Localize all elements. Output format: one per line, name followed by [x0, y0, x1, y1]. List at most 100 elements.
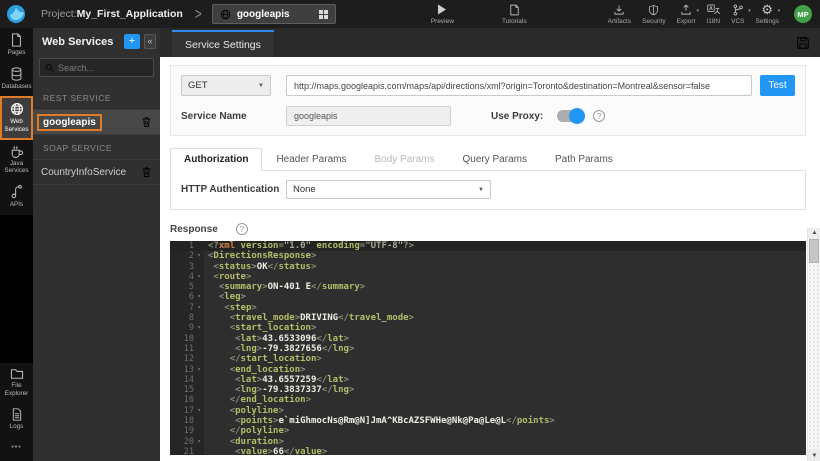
tutorials-button[interactable]: Tutorials: [502, 4, 527, 25]
tab-header-params[interactable]: Header Params: [262, 148, 360, 171]
fold-marker-icon[interactable]: ▾: [194, 251, 204, 262]
project-name: My_First_Application: [76, 8, 183, 20]
project-prefix: Project:: [41, 8, 77, 20]
topbar-menu: Artifacts Security ▾ Export I18N ▾ VCS ⚙…: [608, 1, 812, 25]
fold-marker-icon[interactable]: [194, 241, 204, 252]
help-icon[interactable]: ?: [593, 110, 606, 122]
chevron-down-icon: ▾: [777, 7, 781, 14]
tab-service-settings[interactable]: Service Settings: [172, 30, 274, 57]
play-icon: [437, 4, 447, 16]
app-grid-icon[interactable]: [318, 9, 328, 19]
sidebar-item-logs[interactable]: Logs: [0, 403, 33, 436]
fold-marker-icon[interactable]: [194, 313, 204, 324]
scrollbar-thumb[interactable]: [809, 239, 819, 263]
collapse-panel-button[interactable]: «: [144, 34, 156, 49]
line-number: 13: [170, 364, 194, 375]
service-item-countryinfoservice[interactable]: CountryInfoService: [33, 160, 160, 185]
tab-body-params: Body Params: [374, 154, 435, 165]
sidebar-item-databases[interactable]: Databases: [0, 62, 33, 96]
breadcrumb-chevron-icon: >: [194, 4, 202, 24]
preview-button[interactable]: Preview: [431, 4, 454, 25]
search-icon: [45, 63, 54, 72]
fold-marker-icon[interactable]: [194, 282, 204, 293]
fold-marker-icon[interactable]: ▾: [194, 271, 204, 283]
service-name-input[interactable]: [286, 106, 451, 126]
vertical-scrollbar[interactable]: ▲ ▼: [807, 228, 820, 461]
test-button[interactable]: Test: [760, 75, 795, 96]
line-number: 1: [170, 241, 194, 252]
scroll-up-arrow[interactable]: ▲: [808, 228, 820, 238]
fold-marker-icon[interactable]: ▾: [194, 302, 204, 314]
service-name-label: Service Name: [181, 110, 247, 122]
http-authentication-value: None: [293, 184, 316, 195]
service-item-googleapis[interactable]: googleapis: [33, 110, 160, 135]
line-number: 12: [170, 354, 194, 365]
open-service-tab-label: googleapis: [236, 8, 290, 20]
add-service-button[interactable]: +: [124, 34, 140, 49]
project-breadcrumb[interactable]: Project:My_First_Application: [41, 8, 183, 20]
code-line: 2 ▾ <DirectionsResponse>: [170, 251, 806, 262]
save-icon[interactable]: [796, 36, 810, 50]
fold-marker-icon[interactable]: ▾: [194, 292, 204, 303]
rail-divider: [0, 214, 33, 364]
fold-marker-icon[interactable]: [194, 426, 204, 437]
help-icon[interactable]: ?: [235, 223, 248, 235]
main-area: Service Settings GET ▼ Test Service Name…: [160, 28, 820, 461]
fold-marker-icon[interactable]: ▾: [194, 323, 204, 334]
request-url-input[interactable]: [286, 75, 752, 96]
fold-marker-icon[interactable]: ▾: [194, 405, 204, 417]
search-box[interactable]: [39, 58, 154, 77]
tab-authorization[interactable]: Authorization: [170, 148, 263, 171]
line-number: 18: [170, 416, 194, 427]
user-avatar[interactable]: MP: [794, 5, 812, 23]
sidebar-item-web-services[interactable]: Web Services: [0, 96, 33, 140]
sidebar-item-pages[interactable]: Pages: [0, 28, 33, 62]
app-logo-icon[interactable]: [3, 1, 29, 27]
line-number: 14: [170, 374, 194, 386]
http-authentication-select[interactable]: None ▼: [286, 180, 491, 199]
search-input[interactable]: [58, 62, 143, 73]
fold-marker-icon[interactable]: [194, 261, 204, 272]
fold-marker-icon[interactable]: ▾: [194, 364, 204, 375]
i18n-button[interactable]: I18N: [706, 4, 720, 25]
trash-icon[interactable]: [141, 116, 152, 128]
tab-query-params[interactable]: Query Params: [449, 148, 541, 171]
settings-button[interactable]: ⚙ ▾ Settings: [756, 1, 781, 25]
fold-marker-icon[interactable]: [194, 374, 204, 386]
code-line: 15 <lng>-79.3837337</lng>: [170, 385, 806, 396]
http-method-select[interactable]: GET ▼: [181, 75, 271, 96]
branch-icon: ▾: [732, 3, 751, 16]
artifacts-button[interactable]: Artifacts: [608, 4, 631, 25]
sidebar-item-apis[interactable]: APIs: [0, 180, 33, 214]
gear-icon: ⚙ ▾: [761, 1, 781, 17]
fold-marker-icon[interactable]: [194, 343, 204, 355]
tab-path-params[interactable]: Path Params: [541, 148, 627, 171]
scroll-down-arrow[interactable]: ▼: [808, 451, 820, 461]
fold-marker-icon[interactable]: ▾: [194, 436, 204, 447]
code-line: 8 <travel_mode>DRIVING</travel_mode>: [170, 313, 806, 324]
code-editor[interactable]: 1 <?xml version="1.0" encoding="UTF-8"?> 2…: [170, 241, 806, 455]
line-number: 11: [170, 343, 194, 355]
use-proxy-toggle[interactable]: [557, 108, 586, 124]
service-item-label: googleapis: [37, 113, 102, 131]
sidebar-item-file-explorer[interactable]: File Explorer: [0, 363, 33, 402]
fold-marker-icon[interactable]: [194, 385, 204, 396]
fold-marker-icon[interactable]: [194, 416, 204, 427]
fold-marker-icon[interactable]: [194, 395, 204, 406]
export-button[interactable]: ▾ Export: [677, 3, 699, 25]
sidebar-item-java-services[interactable]: Java Services: [0, 140, 33, 180]
vcs-button[interactable]: ▾ VCS: [731, 3, 751, 25]
trash-icon[interactable]: [141, 166, 152, 178]
fold-marker-icon[interactable]: [194, 354, 204, 365]
request-form: GET ▼ Test Service Name Use Proxy: ?: [170, 65, 806, 136]
open-service-tab[interactable]: googleapis: [211, 4, 336, 24]
code-line: 6 ▾ <leg>: [170, 292, 806, 303]
fold-marker-icon[interactable]: [194, 446, 204, 455]
code-line: 13 ▾ <end_location>: [170, 364, 806, 375]
fold-marker-icon[interactable]: [194, 333, 204, 344]
line-number: 8: [170, 313, 194, 324]
line-number: 9: [170, 323, 194, 334]
more-menu-button[interactable]: •••: [11, 436, 21, 461]
security-button[interactable]: Security: [642, 4, 666, 25]
book-icon: [509, 4, 520, 16]
